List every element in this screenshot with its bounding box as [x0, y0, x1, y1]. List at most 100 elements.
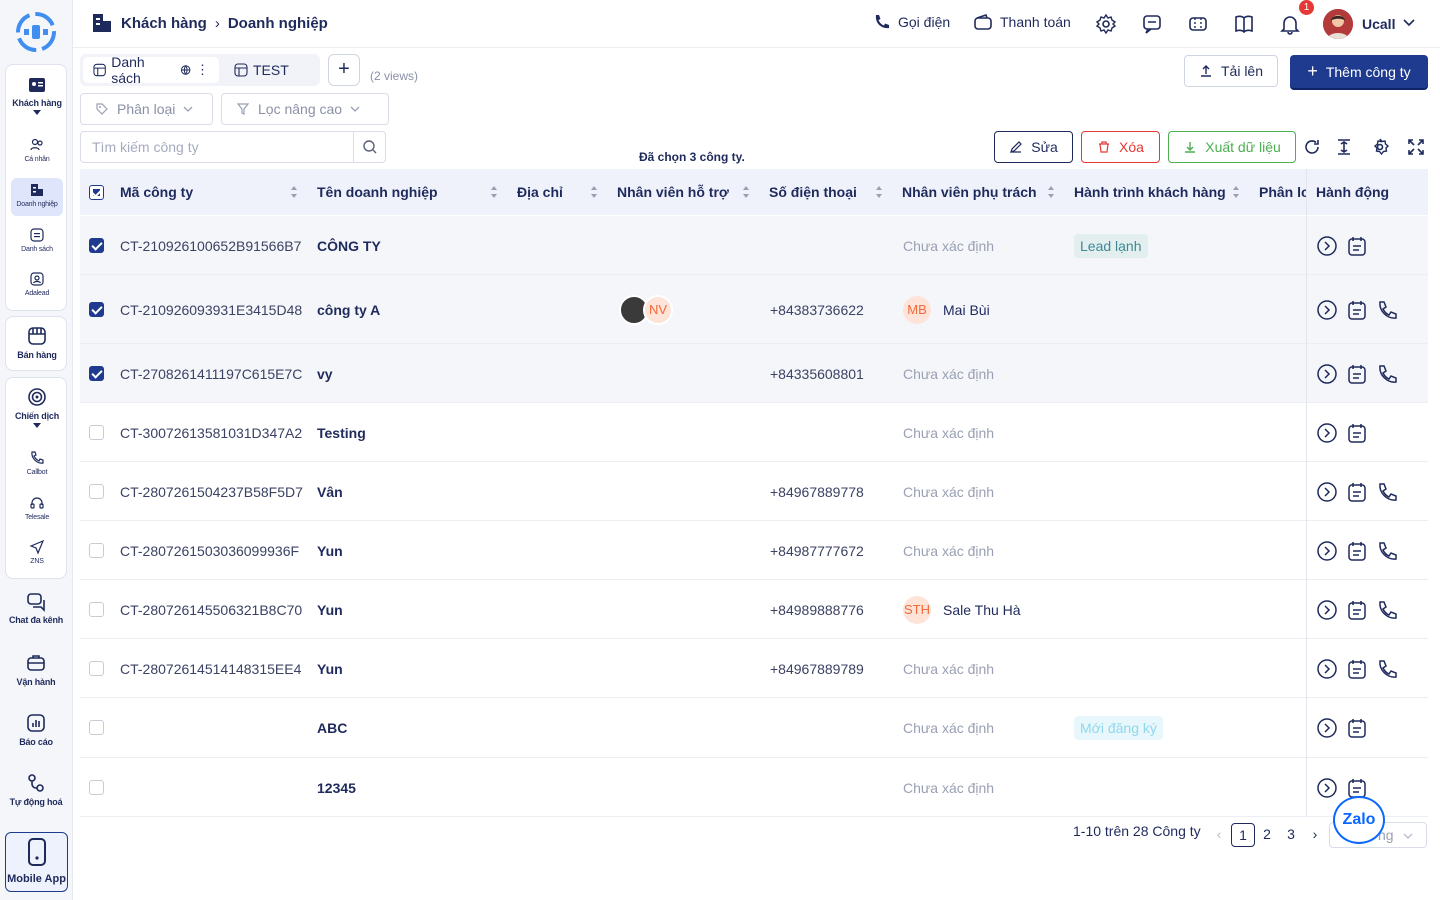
- sort-icon[interactable]: [490, 185, 498, 199]
- open-detail-icon[interactable]: [1316, 658, 1338, 680]
- edit-button[interactable]: Sửa: [994, 131, 1073, 163]
- chevron-down-icon[interactable]: [33, 110, 41, 115]
- breadcrumb-item[interactable]: Doanh nghiệp: [228, 15, 328, 32]
- table-row[interactable]: CT-210926100652B91566B7 CÔNG TY Chưa xác đ…: [80, 216, 1428, 275]
- tab-danh-sach[interactable]: Danh sách ⋮: [83, 54, 219, 86]
- sidebar-item-automation[interactable]: Tự động hoá: [5, 772, 67, 807]
- sidebar-item-callbot[interactable]: Callbot: [6, 450, 68, 476]
- sort-icon[interactable]: [290, 185, 298, 199]
- sidebar-item-omnichat[interactable]: Chat đa kênh: [5, 590, 67, 625]
- payment-button[interactable]: Thanh toán: [973, 13, 1071, 31]
- task-list-icon[interactable]: [1346, 235, 1368, 257]
- breadcrumb-item[interactable]: Khách hàng: [121, 15, 207, 32]
- message-icon[interactable]: [1141, 13, 1163, 35]
- col-address[interactable]: Địa chỉ: [517, 169, 563, 215]
- row-checkbox[interactable]: [89, 424, 104, 440]
- sidebar-item-adalead[interactable]: Adalead: [6, 271, 68, 297]
- company-name[interactable]: 12345: [317, 758, 356, 817]
- sort-icon[interactable]: [742, 185, 750, 199]
- open-detail-icon[interactable]: [1316, 599, 1338, 621]
- row-height-icon[interactable]: [1334, 137, 1354, 157]
- col-company-code[interactable]: Mã công ty: [120, 169, 193, 215]
- chevron-down-icon[interactable]: [33, 423, 41, 428]
- open-detail-icon[interactable]: [1316, 235, 1338, 257]
- ticket-icon[interactable]: [1187, 13, 1209, 35]
- sidebar-item-enterprise[interactable]: Doanh nghiệp: [11, 178, 63, 216]
- task-list-icon[interactable]: [1346, 299, 1368, 321]
- page-2[interactable]: 2: [1255, 823, 1279, 847]
- task-list-icon[interactable]: [1346, 599, 1368, 621]
- task-list-icon[interactable]: [1346, 363, 1368, 385]
- category-filter[interactable]: Phân loại: [80, 93, 213, 125]
- select-all-checkbox[interactable]: [89, 185, 104, 200]
- task-list-icon[interactable]: [1346, 481, 1368, 503]
- col-category[interactable]: Phân lo: [1259, 169, 1307, 215]
- row-checkbox[interactable]: [89, 301, 104, 317]
- company-name[interactable]: Vân: [317, 462, 343, 521]
- table-row[interactable]: CT-30072613581031D347A2 Testing Chưa xác đ…: [80, 403, 1428, 462]
- user-name[interactable]: Ucall: [1362, 16, 1395, 32]
- task-list-icon[interactable]: [1346, 658, 1368, 680]
- bell-icon[interactable]: [1279, 13, 1301, 35]
- call-button[interactable]: Gọi điện: [873, 13, 950, 31]
- add-view-button[interactable]: +: [328, 54, 360, 86]
- next-page-button[interactable]: ›: [1303, 823, 1327, 847]
- prev-page-button[interactable]: ‹: [1207, 823, 1231, 847]
- open-detail-icon[interactable]: [1316, 717, 1338, 739]
- open-detail-icon[interactable]: [1316, 363, 1338, 385]
- row-checkbox[interactable]: [89, 660, 104, 676]
- company-name[interactable]: công ty A: [317, 275, 380, 344]
- row-checkbox[interactable]: [89, 779, 104, 795]
- delete-button[interactable]: Xóa: [1081, 131, 1160, 163]
- sidebar-item-telesale[interactable]: Telesale: [6, 495, 68, 521]
- sidebar-item-list[interactable]: Danh sách: [6, 227, 68, 253]
- phone-icon[interactable]: [1376, 299, 1398, 321]
- sidebar-item-customers[interactable]: Khách hàng: [6, 75, 68, 115]
- sidebar-item-reports[interactable]: Báo cáo: [5, 712, 67, 747]
- sidebar-item-operations[interactable]: Vận hành: [5, 652, 67, 687]
- col-owner[interactable]: Nhân viên phụ trách: [902, 169, 1037, 215]
- phone-icon[interactable]: [1376, 599, 1398, 621]
- open-detail-icon[interactable]: [1316, 481, 1338, 503]
- advanced-filter[interactable]: Lọc nâng cao: [221, 93, 389, 125]
- sort-icon[interactable]: [1047, 185, 1055, 199]
- task-list-icon[interactable]: [1346, 540, 1368, 562]
- phone-icon[interactable]: [1376, 481, 1398, 503]
- col-journey[interactable]: Hành trình khách hàng: [1074, 169, 1226, 215]
- upload-button[interactable]: Tải lên: [1184, 55, 1278, 87]
- search-button[interactable]: [353, 132, 385, 162]
- company-name[interactable]: Testing: [317, 403, 366, 462]
- table-row[interactable]: CT-2708261411197C615E7C vy +84335608801 Chư…: [80, 344, 1428, 403]
- col-company-name[interactable]: Tên doanh nghiệp: [317, 169, 438, 215]
- task-list-icon[interactable]: [1346, 717, 1368, 739]
- table-row[interactable]: CT-210926093931E3415D48 công ty A NV +84383…: [80, 275, 1428, 344]
- row-checkbox[interactable]: [89, 720, 104, 735]
- table-row[interactable]: CT-28072614514148315EE4 Yun +84967889789 Ch…: [80, 639, 1428, 698]
- tab-test[interactable]: TEST: [224, 57, 299, 83]
- sort-icon[interactable]: [590, 185, 598, 199]
- company-name[interactable]: vy: [317, 344, 333, 403]
- company-name[interactable]: Yun: [317, 521, 343, 580]
- table-row[interactable]: CT-2807261503036099936F Yun +84987777672 Ch…: [80, 521, 1428, 580]
- sidebar-item-sales[interactable]: Bán hàng: [6, 325, 68, 360]
- page-1[interactable]: 1: [1231, 823, 1255, 847]
- export-button[interactable]: Xuất dữ liệu: [1168, 131, 1296, 163]
- row-checkbox[interactable]: [89, 365, 104, 381]
- open-detail-icon[interactable]: [1316, 422, 1338, 444]
- phone-icon[interactable]: [1376, 363, 1398, 385]
- row-checkbox[interactable]: [89, 542, 104, 558]
- search-input[interactable]: [81, 132, 355, 162]
- table-row[interactable]: ABC Chưa xác định Mới đăng ký: [80, 698, 1428, 758]
- add-company-button[interactable]: + Thêm công ty: [1290, 55, 1428, 88]
- user-avatar[interactable]: [1323, 9, 1353, 39]
- settings-icon[interactable]: [1370, 137, 1390, 157]
- book-icon[interactable]: [1233, 13, 1255, 35]
- table-row[interactable]: 12345 Chưa xác định: [80, 758, 1428, 817]
- refresh-icon[interactable]: [1302, 137, 1322, 157]
- sort-icon[interactable]: [1232, 185, 1240, 199]
- fullscreen-icon[interactable]: [1406, 137, 1426, 157]
- phone-icon[interactable]: [1376, 540, 1398, 562]
- table-row[interactable]: CT-280726145506321B8C70 Yun +84989888776 ST…: [80, 580, 1428, 639]
- sidebar-item-zns[interactable]: ZNS: [6, 539, 68, 565]
- row-checkbox[interactable]: [89, 601, 104, 617]
